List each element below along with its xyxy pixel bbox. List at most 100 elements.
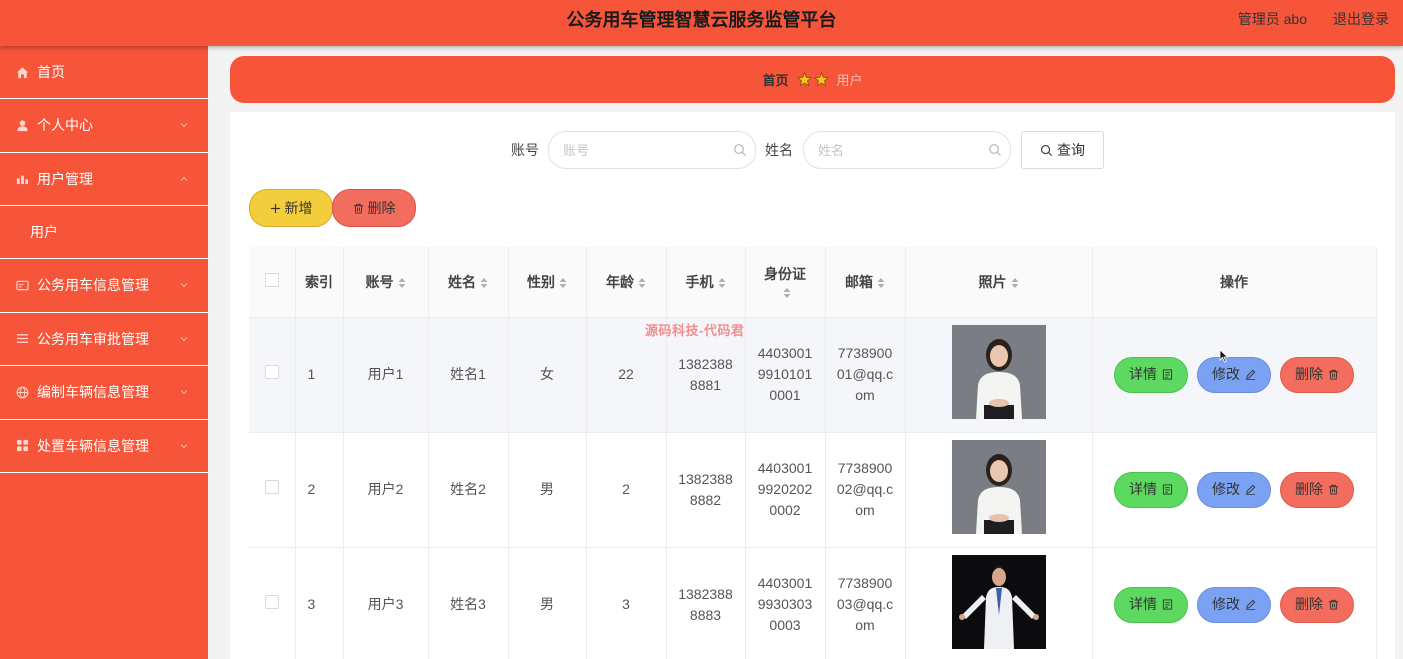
row-checkbox[interactable] [264,595,279,609]
sidebar-item-staffed-vehicles[interactable]: 编制车辆信息管理 [0,366,208,420]
delete-button[interactable]: 删除 [1280,586,1354,623]
document-icon [1162,599,1173,610]
sort-icon[interactable] [783,287,791,299]
chart-icon [15,172,29,186]
header-label: 身份证 [764,265,806,282]
document-icon [1162,369,1173,380]
sidebar: 首页 个人中心 用户管理 用户 公务用车信息管理 公务用车审批管理 编制车辆信息… [0,46,208,659]
pencil-icon [1245,369,1256,380]
sort-icon[interactable] [638,277,646,289]
row-select-cell [249,432,296,548]
chevron-down-icon [180,388,188,396]
query-button[interactable]: 查询 [1021,131,1104,169]
header-gender[interactable]: 性别 [508,247,587,318]
sort-icon[interactable] [718,277,726,289]
edit-button[interactable]: 修改 [1197,586,1271,623]
breadcrumb-home[interactable]: 首页 [762,70,788,89]
user-photo[interactable] [951,439,1046,534]
sidebar-item-disposed-vehicles[interactable]: 处置车辆信息管理 [0,420,208,473]
user-photo[interactable] [951,554,1046,649]
header-email[interactable]: 邮箱 [825,247,906,318]
table-row[interactable]: 1 用户1 姓名1 女 22 13823888881 4403001991010… [249,317,1377,433]
batch-delete-label: 删除 [367,200,396,216]
cell-age: 22 [586,317,667,433]
header-label: 手机 [685,273,714,290]
sidebar-item-vehicle-approval[interactable]: 公务用车审批管理 [0,313,208,366]
sidebar-subitem-user[interactable]: 用户 [0,206,208,259]
cell-id-card: 440300199202020002 [745,432,826,548]
batch-delete-button[interactable]: 删除 [332,189,416,227]
sort-icon[interactable] [398,277,406,289]
cell-gender: 男 [508,547,587,659]
sidebar-item-label: 公务用车审批管理 [37,330,149,347]
header-label: 操作 [1220,273,1248,290]
globe-icon [15,385,29,399]
edit-button[interactable]: 修改 [1197,471,1271,508]
sidebar-item-label: 首页 [37,64,65,80]
select-all-checkbox[interactable] [264,273,279,288]
user-photo[interactable] [951,324,1046,419]
header-label: 索引 [305,273,333,290]
cell-age: 3 [586,547,667,659]
name-search-input[interactable] [803,131,1011,169]
sidebar-item-vehicle-info[interactable]: 公务用车信息管理 [0,259,208,313]
header-label: 年龄 [606,273,634,290]
row-select-cell [249,547,296,659]
edit-button[interactable]: 修改 [1197,356,1271,393]
trash-icon [353,203,363,214]
edit-label: 修改 [1212,481,1240,497]
cell-email: 773890003@qq.com [825,547,906,659]
cell-email: 773890002@qq.com [825,432,906,548]
header-account[interactable]: 账号 [343,247,429,318]
sidebar-item-home[interactable]: 首页 [0,46,208,99]
delete-button[interactable]: 删除 [1280,356,1354,393]
list-icon [15,332,29,346]
table-row[interactable]: 2 用户2 姓名2 男 2 13823888882 44030019920202… [249,432,1377,548]
search-icon [1041,144,1053,156]
user-icon [15,118,29,132]
sort-icon[interactable] [1011,277,1019,289]
sidebar-item-label: 编制车辆信息管理 [37,384,149,401]
detail-button[interactable]: 详情 [1114,586,1188,623]
delete-button[interactable]: 删除 [1280,471,1354,508]
header-label: 照片 [978,273,1007,290]
header-label: 账号 [365,273,394,290]
sidebar-item-label: 公务用车信息管理 [37,277,149,294]
header-phone[interactable]: 手机 [666,247,746,318]
chevron-down-icon [180,335,188,343]
search-bar: 账号 姓名 查询 [230,130,1395,170]
header-id-card[interactable]: 身份证 [745,247,826,318]
row-checkbox[interactable] [264,480,279,494]
account-label: 账号 [511,142,539,158]
detail-button[interactable]: 详情 [1114,471,1188,508]
detail-label: 详情 [1129,481,1157,497]
add-button[interactable]: 新增 [249,189,333,227]
cell-index: 1 [295,317,344,433]
sort-icon[interactable] [480,277,488,289]
cell-index: 2 [295,432,344,548]
id-card-value: 440300199202020002 [757,460,813,518]
sort-icon[interactable] [877,277,885,289]
chevron-down-icon [180,121,188,129]
header-label: 邮箱 [845,273,873,290]
logout-link[interactable]: 退出登录 [1333,0,1389,38]
card-icon [15,278,29,292]
sidebar-item-label: 个人中心 [37,117,93,134]
header-age[interactable]: 年龄 [586,247,667,318]
sort-icon[interactable] [559,277,567,289]
pencil-icon [1245,599,1256,610]
app-title: 公务用车管理智慧云服务监管平台 [566,10,837,30]
sidebar-item-user-management[interactable]: 用户管理 [0,153,208,206]
header-name[interactable]: 姓名 [428,247,509,318]
cell-name: 姓名3 [428,547,509,659]
sidebar-item-personal-center[interactable]: 个人中心 [0,99,208,153]
cell-gender: 男 [508,432,587,548]
row-checkbox[interactable] [264,365,279,379]
cell-account: 用户3 [343,547,429,659]
header-photo[interactable]: 照片 [905,247,1093,318]
table-row[interactable]: 3 用户3 姓名3 男 3 13823888883 44030019930303… [249,547,1377,659]
detail-button[interactable]: 详情 [1114,356,1188,393]
email-value: 773890001@qq.com [836,345,894,403]
account-search-input[interactable] [548,131,756,169]
cell-photo [905,317,1093,433]
